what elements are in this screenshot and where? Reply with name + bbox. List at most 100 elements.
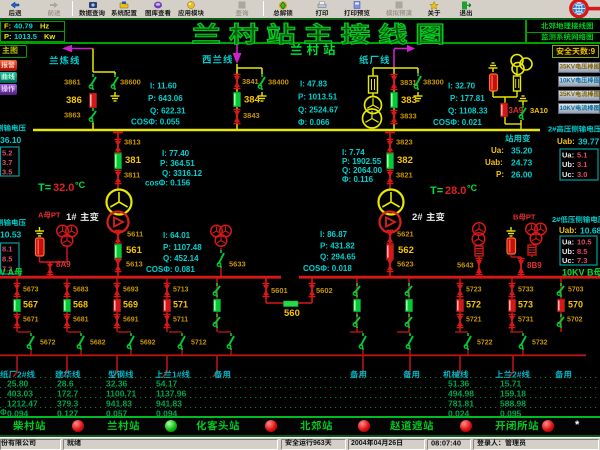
svg-text:5712: 5712	[191, 340, 207, 347]
svg-text:10.68: 10.68	[580, 225, 600, 235]
svg-text:3843: 3843	[243, 111, 260, 120]
svg-text:0.095: 0.095	[500, 408, 522, 418]
svg-text:38600: 38600	[120, 78, 141, 87]
svg-text:Φ: Φ	[0, 408, 7, 417]
svg-text:P:: P:	[4, 32, 12, 41]
svg-text:38400: 38400	[268, 78, 289, 87]
svg-text:2004: 2004	[351, 440, 367, 447]
svg-text:2#: 2#	[412, 212, 423, 223]
svg-text:10KV: 10KV	[560, 105, 576, 112]
svg-text:560: 560	[284, 308, 300, 319]
svg-text:I: 77.40: I: 77.40	[162, 149, 190, 158]
svg-text:P: 1013.51: P: 1013.51	[298, 92, 338, 101]
svg-text:40.79: 40.79	[14, 22, 33, 31]
svg-text:Q: 452.14: Q: 452.14	[163, 254, 199, 263]
svg-text:386: 386	[66, 95, 82, 106]
svg-text:39.77: 39.77	[578, 136, 600, 146]
svg-text:COSΦ: 0.021: COSΦ: 0.021	[433, 118, 482, 127]
svg-text:0.024: 0.024	[448, 408, 470, 418]
svg-text:54.17: 54.17	[156, 378, 178, 388]
svg-text:0.057: 0.057	[106, 408, 128, 418]
svg-text:I: 64.01: I: 64.01	[163, 231, 191, 240]
svg-text:3821: 3821	[396, 171, 413, 180]
svg-text:2#: 2#	[548, 125, 557, 134]
svg-text:8.5: 8.5	[577, 247, 587, 256]
svg-text:568: 568	[73, 300, 88, 310]
svg-text:5702: 5702	[567, 317, 583, 324]
svg-text:3861: 3861	[64, 78, 81, 87]
svg-text:3.5: 3.5	[2, 168, 12, 177]
svg-text:36.10: 36.10	[0, 135, 22, 145]
svg-text:381: 381	[125, 155, 142, 166]
svg-text:1#: 1#	[66, 212, 77, 223]
svg-text:Q: 3316.12: Q: 3316.12	[162, 169, 203, 178]
svg-text:383: 383	[401, 95, 417, 106]
svg-text:3.1: 3.1	[577, 160, 587, 169]
svg-text:5682: 5682	[90, 340, 106, 347]
svg-text:35.20: 35.20	[511, 145, 533, 155]
svg-text:403.03: 403.03	[7, 388, 33, 398]
svg-text:1100.71: 1100.71	[106, 388, 137, 398]
svg-text:5633: 5633	[229, 260, 246, 269]
svg-text:379.3: 379.3	[57, 398, 79, 408]
svg-text:I: 7.74: I: 7.74	[342, 148, 365, 157]
svg-text:572: 572	[466, 300, 481, 310]
svg-text:B: B	[513, 213, 519, 222]
svg-text:P: 364.51: P: 364.51	[160, 159, 195, 168]
svg-text:494.98: 494.98	[448, 388, 474, 398]
svg-text:cosΦ: 0.156: cosΦ: 0.156	[145, 178, 191, 187]
svg-text:P:: P:	[496, 170, 504, 179]
svg-text:382: 382	[397, 155, 413, 166]
svg-text:Q: 2524.67: Q: 2524.67	[298, 105, 339, 114]
svg-text:T=: T=	[430, 185, 443, 197]
svg-text:I: 86.87: I: 86.87	[320, 230, 348, 239]
svg-text:172.7: 172.7	[57, 388, 79, 398]
svg-text:Ua:: Ua:	[562, 151, 574, 160]
svg-text:24.73: 24.73	[511, 157, 533, 167]
svg-text:32.0: 32.0	[53, 182, 74, 194]
svg-text:35KV: 35KV	[560, 91, 576, 98]
svg-text:3.7: 3.7	[2, 158, 12, 167]
svg-text:5643: 5643	[457, 261, 474, 270]
svg-text:COSΦ: 0.081: COSΦ: 0.081	[146, 265, 195, 274]
svg-text:Uc:: Uc:	[562, 170, 574, 179]
svg-text:5703: 5703	[568, 287, 584, 294]
svg-text:3833: 3833	[400, 112, 417, 121]
svg-text:5723: 5723	[466, 287, 482, 294]
svg-text:5711: 5711	[173, 317, 188, 324]
svg-text:5601: 5601	[271, 286, 288, 295]
svg-text:F:: F:	[4, 22, 11, 31]
svg-text:5683: 5683	[73, 287, 89, 294]
svg-text:26.00: 26.00	[511, 169, 533, 179]
svg-text:°C: °C	[467, 183, 478, 193]
svg-text:08:07:40: 08:07:40	[431, 438, 461, 447]
svg-text:Ub:: Ub:	[562, 160, 575, 169]
svg-text:T=: T=	[38, 182, 51, 194]
svg-text:Q: 622.31: Q: 622.31	[150, 106, 186, 115]
svg-text:5613: 5613	[126, 260, 143, 269]
svg-text:PT: PT	[51, 211, 61, 220]
svg-text:PT: PT	[526, 213, 536, 222]
svg-text:15.71: 15.71	[500, 378, 522, 388]
svg-text:5621: 5621	[397, 230, 414, 239]
svg-text:°C: °C	[75, 180, 86, 190]
svg-text:Kw: Kw	[44, 32, 55, 41]
svg-text:5671: 5671	[23, 317, 39, 324]
svg-text:1212.47: 1212.47	[7, 398, 38, 408]
svg-text:28.0: 28.0	[445, 185, 466, 197]
svg-text:P: 643.06: P: 643.06	[148, 94, 183, 103]
svg-text:3841: 3841	[242, 77, 259, 86]
svg-text:3.0: 3.0	[577, 170, 587, 179]
svg-text:I: 47.83: I: 47.83	[300, 79, 328, 88]
svg-text:5693: 5693	[123, 287, 139, 294]
svg-text:I: 32.70: I: 32.70	[448, 81, 476, 90]
svg-text:0.094: 0.094	[156, 408, 178, 418]
svg-text:5681: 5681	[73, 317, 89, 324]
svg-text:COSΦ: 0.055: COSΦ: 0.055	[131, 117, 180, 126]
svg-text:562: 562	[398, 245, 414, 256]
svg-text::9: :9	[588, 47, 596, 56]
svg-text:5733: 5733	[518, 287, 534, 294]
svg-text:5713: 5713	[173, 287, 189, 294]
svg-text:5611: 5611	[127, 230, 143, 239]
svg-text:570: 570	[568, 300, 583, 310]
